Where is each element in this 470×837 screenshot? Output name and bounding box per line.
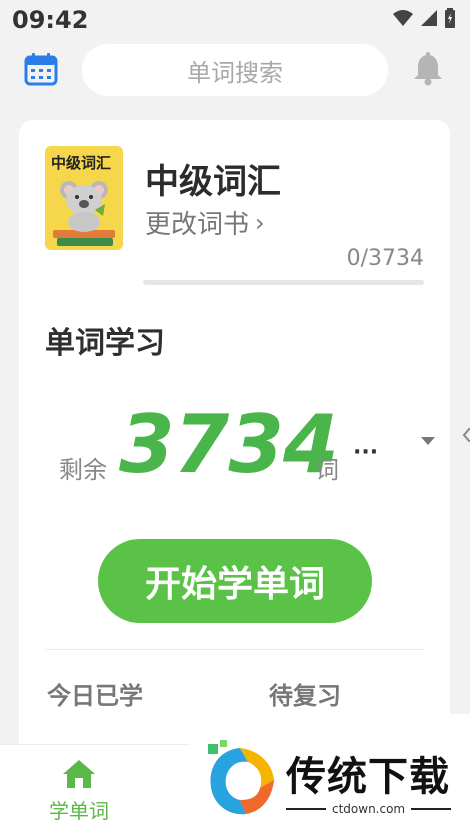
start-learning-button[interactable]: 开始学单词 — [98, 539, 372, 623]
nav-item-label: 学单词 — [49, 799, 109, 823]
calendar-icon — [24, 53, 58, 86]
watermark-rule-right — [411, 808, 452, 810]
chevron-right-icon: › — [255, 208, 265, 237]
battery-icon — [445, 8, 455, 28]
wifi-icon — [393, 10, 413, 26]
edge-arrow-icon — [462, 428, 470, 442]
study-card: 中级词汇 中级词汇 更改词书 › 0/3734 单词学习 剩余 3734 词 ·… — [19, 120, 450, 770]
book-cover[interactable]: 中级词汇 — [45, 146, 123, 250]
notification-button[interactable] — [412, 52, 444, 86]
watermark-rule-left — [286, 808, 326, 810]
change-book-link[interactable]: 更改词书 › — [145, 204, 265, 241]
remaining-label: 剩余 — [59, 456, 107, 484]
more-options-button[interactable]: ··· — [353, 440, 378, 465]
watermark-title: 传统下载 — [286, 754, 450, 800]
stat-to-review: 待复习 — [269, 682, 341, 710]
progress-text: 0/3734 — [346, 246, 424, 271]
remaining-unit: 词 — [315, 456, 339, 484]
change-book-label: 更改词书 — [145, 210, 250, 240]
watermark-logo-icon — [208, 740, 274, 815]
chevron-down-icon[interactable] — [421, 437, 435, 445]
home-icon — [63, 760, 95, 788]
section-title: 单词学习 — [45, 326, 165, 361]
status-icons — [392, 8, 456, 28]
nav-item-learn-words[interactable]: 学单词 — [32, 759, 126, 829]
status-time: 09:42 — [12, 6, 89, 34]
bell-icon — [414, 52, 442, 86]
search-input[interactable]: 单词搜索 — [82, 44, 388, 96]
calendar-button[interactable] — [24, 52, 58, 86]
status-bar: 09:42 — [0, 0, 470, 40]
signal-icon — [421, 10, 437, 26]
watermark-url: ctdown.com — [332, 802, 406, 816]
koala-illustration-icon — [53, 181, 115, 246]
progress-bar — [143, 280, 424, 285]
watermark: 传统下载 ctdown.com — [190, 714, 470, 836]
book-name: 中级词汇 — [145, 162, 281, 202]
divider — [45, 649, 424, 650]
remaining-count: 3734 — [119, 398, 339, 491]
watermark-subtitle: ctdown.com — [286, 802, 452, 816]
stat-today-learned: 今日已学 — [47, 682, 143, 710]
top-bar: 单词搜索 — [0, 44, 470, 98]
